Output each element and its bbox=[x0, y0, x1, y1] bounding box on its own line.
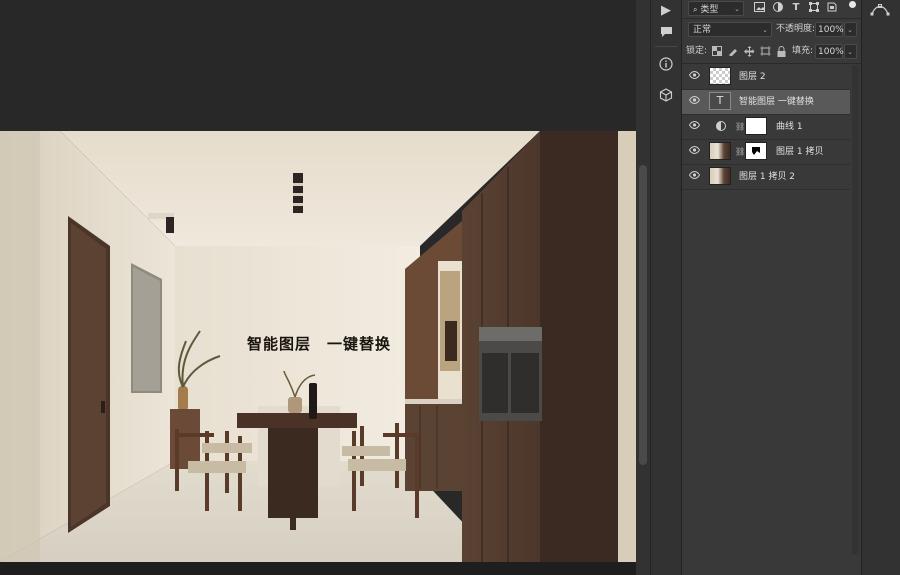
filter-type-label: 类型 bbox=[700, 5, 719, 15]
eye-visibility-icon[interactable] bbox=[688, 70, 700, 83]
play-icon[interactable]: ▶ bbox=[656, 0, 676, 20]
fill-label: 填充: bbox=[792, 46, 814, 56]
mask-thumbnail bbox=[745, 117, 767, 135]
eye-visibility-icon[interactable] bbox=[688, 145, 700, 158]
lock-pixels-icon[interactable] bbox=[727, 46, 739, 58]
smartobject-filter-icon[interactable] bbox=[826, 2, 838, 14]
layer-filter-select[interactable]: ⌕ 类型 ⌄ bbox=[688, 1, 744, 16]
layer-row[interactable]: ⛓ 图层 1 拷贝 bbox=[682, 140, 850, 165]
eye-visibility-icon[interactable] bbox=[688, 95, 700, 108]
3d-cube-icon[interactable] bbox=[656, 85, 676, 105]
layer-thumbnail bbox=[709, 142, 731, 160]
layer-thumbnail bbox=[709, 67, 731, 85]
opacity-dropdown[interactable]: ⌄ bbox=[844, 22, 857, 37]
dock-separator bbox=[655, 46, 677, 47]
status-bar bbox=[0, 562, 636, 575]
fill-input[interactable]: 100% bbox=[815, 44, 844, 59]
layer-name[interactable]: 图层 1 拷贝 bbox=[776, 140, 823, 164]
chevron-down-icon: ⌄ bbox=[847, 48, 853, 56]
layer-name[interactable]: 曲线 1 bbox=[776, 115, 803, 139]
layer-name[interactable]: 图层 1 拷贝 2 bbox=[739, 165, 795, 189]
layer-thumbnail bbox=[709, 167, 731, 185]
filter-toggle[interactable] bbox=[849, 1, 856, 8]
image-filter-icon[interactable] bbox=[753, 2, 765, 14]
link-chain-icon[interactable]: ⛓ bbox=[735, 121, 745, 133]
chevron-down-icon: ⌄ bbox=[762, 26, 768, 34]
layers-panel: ⌕ 类型 ⌄ T 正常 ⌄ 不透明度: 100% ⌄ 锁定: 填充: 100% … bbox=[681, 0, 861, 575]
canvas-vertical-scrollbar[interactable] bbox=[636, 0, 650, 575]
mask-thumbnail bbox=[745, 142, 767, 160]
chevron-down-icon: ⌄ bbox=[734, 5, 740, 13]
comment-icon[interactable] bbox=[656, 22, 676, 42]
layer-name[interactable]: 智能图层 一键替换 bbox=[739, 90, 814, 114]
adjustment-filter-icon[interactable] bbox=[772, 2, 784, 14]
layer-name[interactable]: 图层 2 bbox=[739, 65, 766, 89]
canvas-workspace[interactable]: 智能图层 一键替换 bbox=[0, 0, 636, 575]
lock-position-icon[interactable] bbox=[743, 46, 755, 58]
layer-row[interactable]: 图层 2 bbox=[682, 65, 850, 90]
pen-path-icon[interactable] bbox=[870, 2, 890, 22]
blend-mode-select[interactable]: 正常 ⌄ bbox=[688, 22, 772, 37]
eye-visibility-icon[interactable] bbox=[688, 170, 700, 183]
curves-adjustment-icon bbox=[715, 121, 727, 133]
eye-visibility-icon[interactable] bbox=[688, 120, 700, 133]
text-layer-thumbnail-icon: T bbox=[709, 92, 731, 110]
opacity-label: 不透明度: bbox=[776, 24, 816, 34]
lock-all-icon[interactable] bbox=[775, 46, 787, 58]
lock-label: 锁定: bbox=[686, 46, 708, 56]
layer-row-selected[interactable]: T 智能图层 一键替换 bbox=[682, 90, 850, 115]
opacity-input[interactable]: 100% bbox=[815, 22, 844, 37]
layer-row[interactable]: ⛓ 曲线 1 bbox=[682, 115, 850, 140]
right-dock bbox=[861, 0, 900, 575]
blend-mode-value: 正常 bbox=[693, 25, 712, 35]
smart-layer-text: 智能图层 一键替换 bbox=[247, 335, 392, 353]
fill-dropdown[interactable]: ⌄ bbox=[844, 44, 857, 59]
link-chain-icon[interactable]: ⛓ bbox=[735, 146, 745, 158]
chevron-down-icon: ⌄ bbox=[847, 26, 853, 34]
divider bbox=[682, 63, 861, 64]
lock-artboard-icon[interactable] bbox=[759, 46, 771, 58]
shape-filter-icon[interactable] bbox=[808, 2, 820, 14]
layer-list: 图层 2 T 智能图层 一键替换 ⛓ 曲线 1 ⛓ 图层 1 拷贝 图层 1 拷… bbox=[682, 65, 850, 190]
layer-row[interactable]: 图层 1 拷贝 2 bbox=[682, 165, 850, 190]
scrollbar-thumb[interactable] bbox=[639, 165, 647, 465]
panel-dock-icons: ▶ bbox=[650, 0, 681, 575]
info-icon[interactable] bbox=[656, 54, 676, 74]
layers-scrollbar[interactable] bbox=[852, 65, 859, 555]
text-filter-icon[interactable]: T bbox=[790, 2, 802, 14]
lock-transparent-icon[interactable] bbox=[711, 46, 723, 58]
divider bbox=[682, 18, 861, 19]
search-icon: ⌕ bbox=[693, 5, 698, 14]
